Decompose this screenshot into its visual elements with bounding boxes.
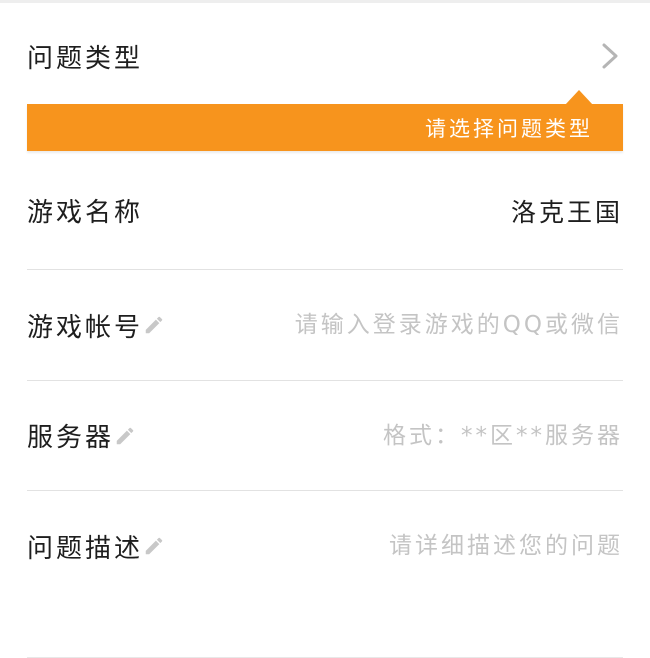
game-name-value[interactable]: 洛克王国 — [511, 193, 623, 229]
game-account-row: 游戏帐号 — [27, 270, 623, 381]
top-divider — [0, 0, 650, 3]
game-name-label: 游戏名称 — [27, 198, 144, 228]
description-input-wrap — [143, 533, 623, 559]
game-account-label: 游戏帐号 — [27, 312, 144, 343]
tooltip-arrow — [565, 90, 593, 105]
description-input[interactable] — [175, 533, 623, 559]
pencil-icon — [145, 316, 163, 334]
description-label: 问题描述 — [27, 533, 144, 564]
pencil-icon — [145, 537, 163, 555]
server-label: 服务器 — [27, 423, 115, 453]
problem-type-label: 问题类型 — [27, 43, 144, 74]
problem-type-tooltip: 请选择问题类型 — [27, 90, 623, 151]
chevron-right-icon[interactable] — [600, 42, 620, 70]
game-account-input[interactable] — [175, 312, 623, 338]
server-row: 服务器 — [27, 381, 623, 491]
problem-type-row[interactable]: 问题类型 — [27, 28, 623, 84]
pencil-icon — [116, 427, 134, 444]
server-input-wrap — [114, 422, 623, 449]
game-account-input-wrap — [143, 312, 623, 338]
tooltip-text: 请选择问题类型 — [425, 116, 593, 141]
description-row: 问题描述 — [27, 491, 623, 601]
server-input[interactable] — [146, 422, 623, 449]
game-name-row[interactable]: 游戏名称 洛克王国 — [27, 152, 623, 270]
